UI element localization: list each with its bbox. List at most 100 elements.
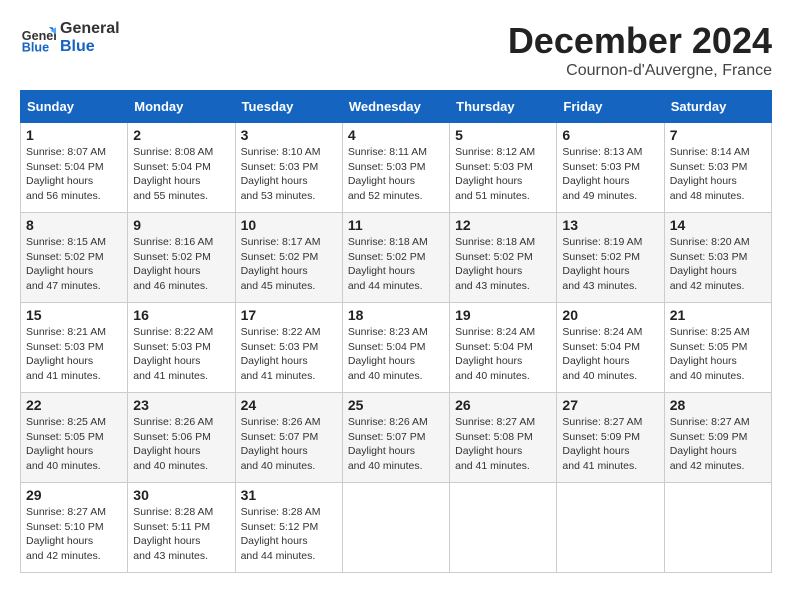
day-info: Sunrise: 8:20 AM Sunset: 5:03 PM Dayligh… bbox=[670, 235, 766, 294]
calendar-cell: 24 Sunrise: 8:26 AM Sunset: 5:07 PM Dayl… bbox=[235, 393, 342, 483]
calendar-cell: 16 Sunrise: 8:22 AM Sunset: 5:03 PM Dayl… bbox=[128, 303, 235, 393]
calendar-cell: 10 Sunrise: 8:17 AM Sunset: 5:02 PM Dayl… bbox=[235, 213, 342, 303]
col-sunday: Sunday bbox=[21, 91, 128, 123]
sunset-label: Sunset: 5:04 PM bbox=[26, 161, 104, 173]
sunset-label: Sunset: 5:02 PM bbox=[241, 251, 319, 263]
sunrise-label: Sunrise: 8:26 AM bbox=[133, 416, 213, 428]
sunset-label: Sunset: 5:03 PM bbox=[241, 341, 319, 353]
calendar-cell: 30 Sunrise: 8:28 AM Sunset: 5:11 PM Dayl… bbox=[128, 483, 235, 573]
day-number: 21 bbox=[670, 307, 766, 323]
day-number: 29 bbox=[26, 487, 122, 503]
sunrise-label: Sunrise: 8:20 AM bbox=[670, 236, 750, 248]
calendar-week-row: 8 Sunrise: 8:15 AM Sunset: 5:02 PM Dayli… bbox=[21, 213, 772, 303]
day-info: Sunrise: 8:25 AM Sunset: 5:05 PM Dayligh… bbox=[670, 325, 766, 384]
calendar-week-row: 29 Sunrise: 8:27 AM Sunset: 5:10 PM Dayl… bbox=[21, 483, 772, 573]
daylight-label: Daylight hoursand 43 minutes. bbox=[133, 535, 208, 562]
sunrise-label: Sunrise: 8:26 AM bbox=[348, 416, 428, 428]
daylight-label: Daylight hoursand 43 minutes. bbox=[455, 265, 530, 292]
calendar-cell: 3 Sunrise: 8:10 AM Sunset: 5:03 PM Dayli… bbox=[235, 123, 342, 213]
day-number: 22 bbox=[26, 397, 122, 413]
month-title: December 2024 bbox=[508, 20, 772, 62]
daylight-label: Daylight hoursand 51 minutes. bbox=[455, 175, 530, 202]
calendar-cell: 5 Sunrise: 8:12 AM Sunset: 5:03 PM Dayli… bbox=[450, 123, 557, 213]
sunrise-label: Sunrise: 8:18 AM bbox=[455, 236, 535, 248]
sunset-label: Sunset: 5:04 PM bbox=[562, 341, 640, 353]
day-number: 2 bbox=[133, 127, 229, 143]
day-number: 11 bbox=[348, 217, 444, 233]
day-number: 26 bbox=[455, 397, 551, 413]
day-number: 14 bbox=[670, 217, 766, 233]
sunset-label: Sunset: 5:03 PM bbox=[670, 161, 748, 173]
col-wednesday: Wednesday bbox=[342, 91, 449, 123]
calendar-cell bbox=[557, 483, 664, 573]
sunset-label: Sunset: 5:03 PM bbox=[455, 161, 533, 173]
day-number: 8 bbox=[26, 217, 122, 233]
sunrise-label: Sunrise: 8:13 AM bbox=[562, 146, 642, 158]
sunrise-label: Sunrise: 8:27 AM bbox=[26, 506, 106, 518]
sunset-label: Sunset: 5:07 PM bbox=[348, 431, 426, 443]
daylight-label: Daylight hoursand 41 minutes. bbox=[562, 445, 637, 472]
day-info: Sunrise: 8:26 AM Sunset: 5:06 PM Dayligh… bbox=[133, 415, 229, 474]
calendar-cell: 6 Sunrise: 8:13 AM Sunset: 5:03 PM Dayli… bbox=[557, 123, 664, 213]
daylight-label: Daylight hoursand 40 minutes. bbox=[348, 445, 423, 472]
sunrise-label: Sunrise: 8:27 AM bbox=[670, 416, 750, 428]
day-number: 23 bbox=[133, 397, 229, 413]
col-thursday: Thursday bbox=[450, 91, 557, 123]
sunrise-label: Sunrise: 8:21 AM bbox=[26, 326, 106, 338]
calendar-cell: 11 Sunrise: 8:18 AM Sunset: 5:02 PM Dayl… bbox=[342, 213, 449, 303]
day-number: 28 bbox=[670, 397, 766, 413]
day-info: Sunrise: 8:25 AM Sunset: 5:05 PM Dayligh… bbox=[26, 415, 122, 474]
day-number: 6 bbox=[562, 127, 658, 143]
calendar-cell: 26 Sunrise: 8:27 AM Sunset: 5:08 PM Dayl… bbox=[450, 393, 557, 483]
daylight-label: Daylight hoursand 42 minutes. bbox=[670, 265, 745, 292]
day-info: Sunrise: 8:24 AM Sunset: 5:04 PM Dayligh… bbox=[562, 325, 658, 384]
sunset-label: Sunset: 5:06 PM bbox=[133, 431, 211, 443]
calendar-cell: 23 Sunrise: 8:26 AM Sunset: 5:06 PM Dayl… bbox=[128, 393, 235, 483]
day-number: 5 bbox=[455, 127, 551, 143]
day-number: 4 bbox=[348, 127, 444, 143]
sunrise-label: Sunrise: 8:07 AM bbox=[26, 146, 106, 158]
sunrise-label: Sunrise: 8:16 AM bbox=[133, 236, 213, 248]
day-number: 13 bbox=[562, 217, 658, 233]
daylight-label: Daylight hoursand 43 minutes. bbox=[562, 265, 637, 292]
day-number: 12 bbox=[455, 217, 551, 233]
sunset-label: Sunset: 5:08 PM bbox=[455, 431, 533, 443]
col-saturday: Saturday bbox=[664, 91, 771, 123]
sunrise-label: Sunrise: 8:27 AM bbox=[455, 416, 535, 428]
day-number: 31 bbox=[241, 487, 337, 503]
day-info: Sunrise: 8:21 AM Sunset: 5:03 PM Dayligh… bbox=[26, 325, 122, 384]
location: Cournon-d'Auvergne, France bbox=[508, 62, 772, 80]
sunset-label: Sunset: 5:03 PM bbox=[26, 341, 104, 353]
title-area: December 2024 Cournon-d'Auvergne, France bbox=[508, 20, 772, 80]
calendar-cell: 13 Sunrise: 8:19 AM Sunset: 5:02 PM Dayl… bbox=[557, 213, 664, 303]
sunrise-label: Sunrise: 8:28 AM bbox=[241, 506, 321, 518]
sunrise-label: Sunrise: 8:22 AM bbox=[241, 326, 321, 338]
day-number: 25 bbox=[348, 397, 444, 413]
sunset-label: Sunset: 5:09 PM bbox=[562, 431, 640, 443]
sunset-label: Sunset: 5:12 PM bbox=[241, 521, 319, 533]
col-monday: Monday bbox=[128, 91, 235, 123]
svg-text:Blue: Blue bbox=[22, 41, 49, 55]
day-info: Sunrise: 8:19 AM Sunset: 5:02 PM Dayligh… bbox=[562, 235, 658, 294]
daylight-label: Daylight hoursand 53 minutes. bbox=[241, 175, 316, 202]
sunset-label: Sunset: 5:11 PM bbox=[133, 521, 210, 533]
calendar-cell: 17 Sunrise: 8:22 AM Sunset: 5:03 PM Dayl… bbox=[235, 303, 342, 393]
day-number: 10 bbox=[241, 217, 337, 233]
day-number: 18 bbox=[348, 307, 444, 323]
day-info: Sunrise: 8:14 AM Sunset: 5:03 PM Dayligh… bbox=[670, 145, 766, 204]
calendar-cell: 2 Sunrise: 8:08 AM Sunset: 5:04 PM Dayli… bbox=[128, 123, 235, 213]
calendar-cell bbox=[450, 483, 557, 573]
calendar-week-row: 1 Sunrise: 8:07 AM Sunset: 5:04 PM Dayli… bbox=[21, 123, 772, 213]
day-number: 16 bbox=[133, 307, 229, 323]
col-friday: Friday bbox=[557, 91, 664, 123]
sunset-label: Sunset: 5:03 PM bbox=[670, 251, 748, 263]
day-number: 17 bbox=[241, 307, 337, 323]
day-info: Sunrise: 8:22 AM Sunset: 5:03 PM Dayligh… bbox=[241, 325, 337, 384]
calendar-cell: 21 Sunrise: 8:25 AM Sunset: 5:05 PM Dayl… bbox=[664, 303, 771, 393]
day-info: Sunrise: 8:22 AM Sunset: 5:03 PM Dayligh… bbox=[133, 325, 229, 384]
daylight-label: Daylight hoursand 41 minutes. bbox=[455, 445, 530, 472]
calendar-cell: 9 Sunrise: 8:16 AM Sunset: 5:02 PM Dayli… bbox=[128, 213, 235, 303]
day-number: 24 bbox=[241, 397, 337, 413]
day-number: 15 bbox=[26, 307, 122, 323]
logo-blue: Blue bbox=[60, 38, 120, 56]
